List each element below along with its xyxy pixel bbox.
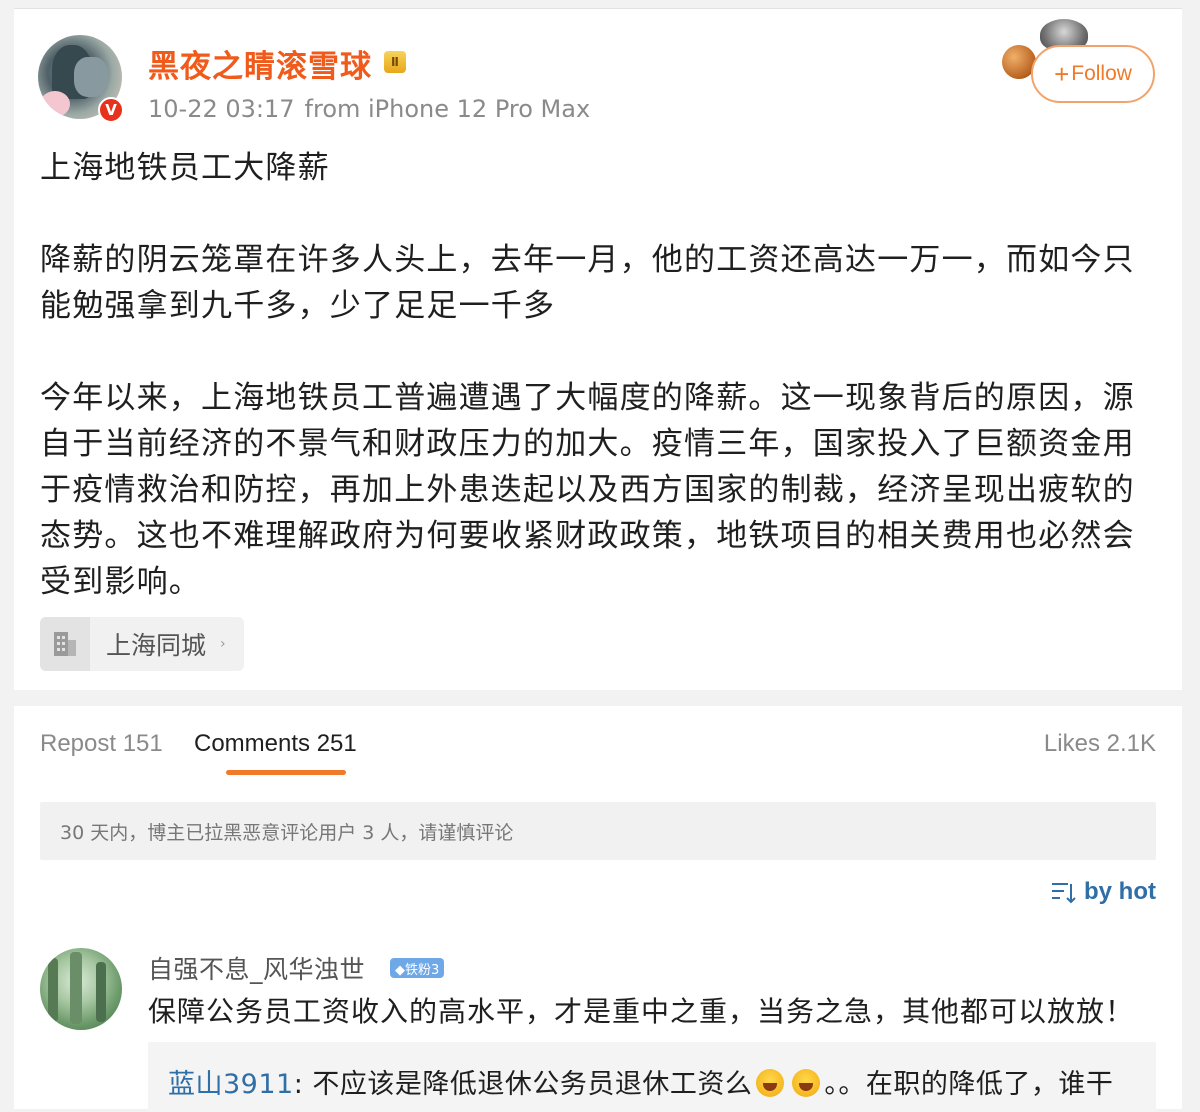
level-badge-icon: Ⅱ	[384, 51, 406, 73]
tab-repost[interactable]: Repost 151	[40, 730, 163, 758]
commenter-name[interactable]: 自强不息_风华浊世	[148, 950, 365, 986]
plus-icon: +	[1054, 59, 1070, 89]
location-label: 上海同城	[106, 631, 207, 660]
active-tab-indicator	[226, 770, 346, 775]
post-body: 上海地铁员工大降薪 降薪的阴云笼罩在许多人头上，去年一月，他的工资还高达一万一，…	[40, 145, 1160, 605]
laugh-emoji-icon	[756, 1069, 785, 1097]
commenter-avatar[interactable]	[40, 948, 122, 1030]
sort-label: by hot	[1084, 878, 1156, 905]
building-icon	[40, 617, 90, 671]
tab-comments[interactable]: Comments 251	[194, 730, 357, 758]
fan-badge: ◆铁粉3	[390, 958, 445, 978]
sort-icon	[1052, 883, 1076, 904]
post-source: from iPhone 12 Pro Max	[304, 95, 591, 123]
reply-user[interactable]: 蓝山3911	[168, 1069, 294, 1100]
laugh-emoji-icon	[792, 1069, 821, 1097]
post-meta: 10-22 03:17 from iPhone 12 Pro Max	[148, 95, 590, 123]
tab-bar: Repost 151 Comments 251 Likes 2.1K	[14, 706, 1182, 780]
post-paragraph: 降薪的阴云笼罩在许多人头上，去年一月，他的工资还高达一万一，而如今只能勉强拿到九…	[40, 242, 1135, 324]
post-card: V 黑夜之睛滚雪球 Ⅱ 10-22 03:17 from iPhone 12 Pr…	[14, 8, 1182, 690]
comments-card: Repost 151 Comments 251 Likes 2.1K 30 天内…	[14, 706, 1182, 1112]
author-name[interactable]: 黑夜之睛滚雪球	[148, 41, 372, 86]
comment-text: 保障公务员工资收入的高水平，才是重中之重，当务之急，其他都可以放放！	[148, 995, 1135, 1028]
post-title: 上海地铁员工大降薪	[40, 150, 330, 186]
comment-notice: 30 天内，博主已拉黑恶意评论用户 3 人，请谨慎评论	[40, 802, 1156, 860]
verified-icon: V	[98, 97, 124, 123]
chevron-right-icon: ›	[220, 636, 226, 652]
location-tag[interactable]: 上海同城 ›	[40, 617, 244, 671]
reply-content: : 不应该是降低退休公务员退休工资么	[293, 1069, 753, 1100]
follow-label: Follow	[1071, 62, 1132, 85]
sort-button[interactable]: by hot	[1050, 878, 1156, 906]
reply-text: 蓝山3911: 不应该是降低退休公务员退休工资么 。。在职的降低了，谁干	[168, 1062, 1113, 1101]
follow-button[interactable]: + Follow	[1031, 45, 1155, 103]
post-paragraph: 今年以来，上海地铁员工普遍遭遇了大幅度的降薪。这一现象背后的原因，源自于当前经济…	[40, 380, 1135, 600]
tab-likes[interactable]: Likes 2.1K	[1044, 730, 1156, 758]
reply-box[interactable]: 蓝山3911: 不应该是降低退休公务员退休工资么 。。在职的降低了，谁干	[148, 1042, 1156, 1112]
post-time: 10-22 03:17	[148, 95, 295, 123]
reply-content-tail: 。。在职的降低了，谁干	[824, 1069, 1114, 1100]
